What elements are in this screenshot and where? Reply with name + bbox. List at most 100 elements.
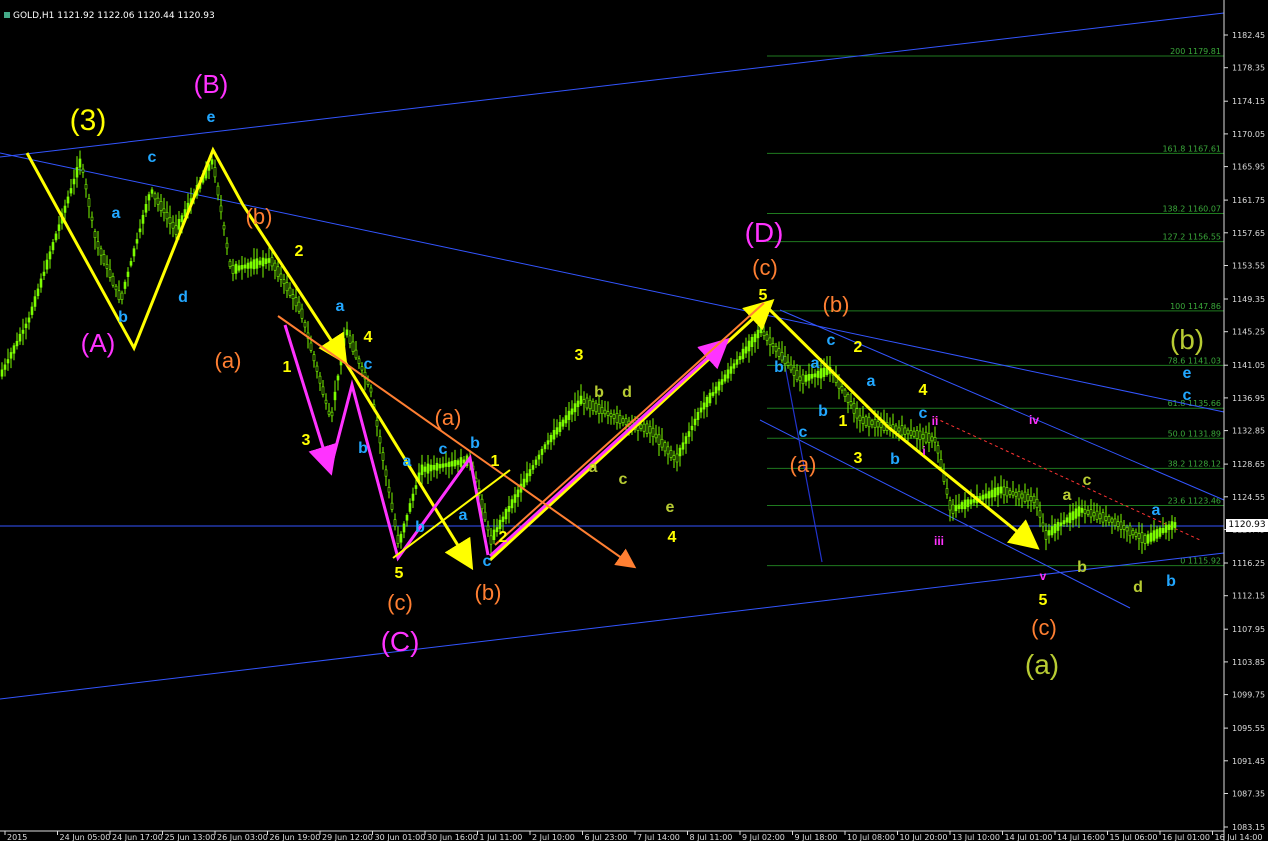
- candle-body: [864, 416, 868, 427]
- candle-body: [459, 457, 463, 467]
- candle-body: [810, 374, 814, 379]
- candle-body: [735, 359, 739, 365]
- candle-body: [900, 425, 904, 436]
- candle-body: [711, 392, 715, 396]
- candle-body: [618, 415, 622, 424]
- candle-body: [1131, 530, 1135, 536]
- candle-body: [132, 248, 136, 257]
- x-tick-label: 6 Jul 23:00: [585, 833, 628, 841]
- candle-body: [945, 488, 949, 495]
- candle-body: [411, 493, 415, 501]
- candle-body: [609, 413, 613, 417]
- candle-body: [555, 427, 559, 435]
- candle-body: [621, 418, 625, 423]
- candle-body: [1119, 521, 1123, 530]
- y-tick-label: 1165.95: [1232, 163, 1265, 172]
- candle-body: [534, 459, 538, 465]
- wave-label: (a): [215, 348, 242, 373]
- candle-body: [234, 263, 238, 274]
- candle-body: [255, 258, 259, 269]
- wave-label: 2: [854, 339, 863, 356]
- candle-body: [312, 354, 316, 362]
- candle-body: [726, 369, 730, 379]
- candle-body: [267, 258, 271, 263]
- y-tick-label: 1087.35: [1232, 790, 1265, 799]
- candle-body: [528, 469, 532, 477]
- candle-body: [801, 374, 805, 385]
- candle-body: [615, 413, 619, 423]
- candle-body: [732, 363, 736, 369]
- candle-body: [894, 425, 898, 432]
- candle-body: [708, 392, 712, 404]
- wave-label: d: [178, 289, 188, 306]
- wave-label: c: [1183, 387, 1192, 404]
- candle-body: [771, 343, 775, 347]
- y-tick-label: 1124.55: [1232, 493, 1265, 502]
- x-tick-label: 24 Jun 17:00: [112, 833, 163, 841]
- wave-label: a: [112, 205, 121, 222]
- wave-label: b: [890, 451, 900, 468]
- candle-body: [456, 460, 460, 465]
- candle-body: [84, 184, 88, 190]
- wave-label: 3: [854, 450, 863, 467]
- wave-label: c: [827, 332, 836, 349]
- gold-h1-chart[interactable]: 200 1179.81161.8 1167.61138.2 1160.07127…: [0, 0, 1268, 841]
- candle-body: [681, 442, 685, 450]
- candle-body: [786, 361, 790, 366]
- candle-body: [1044, 530, 1048, 540]
- candle-body: [639, 424, 643, 429]
- candle-body: [918, 430, 922, 441]
- candle-body: [858, 415, 862, 422]
- x-tick-label: 2 Jul 10:00: [532, 833, 575, 841]
- wave-label: a: [867, 373, 876, 390]
- fib-label: 127.2 1156.55: [1162, 233, 1221, 242]
- candle-body: [1020, 493, 1024, 499]
- candle-body: [600, 407, 604, 414]
- candle-body: [402, 523, 406, 533]
- candle-body: [849, 401, 853, 406]
- candle-body: [540, 448, 544, 455]
- candle-body: [606, 411, 610, 416]
- fib-label: 23.6 1123.46: [1168, 496, 1221, 505]
- x-tick-label: 26 Jun 19:00: [270, 833, 321, 841]
- candle-body: [777, 348, 781, 357]
- wave-label: iv: [1029, 413, 1039, 427]
- candle-body: [81, 168, 85, 173]
- wave-label: b: [818, 403, 828, 420]
- candle-body: [822, 367, 826, 377]
- candle-body: [954, 504, 958, 512]
- candle-body: [807, 374, 811, 381]
- candle-body: [450, 461, 454, 467]
- candle-body: [573, 403, 577, 413]
- wave-label: c: [364, 356, 373, 373]
- wave-label: b: [415, 519, 425, 536]
- candle-body: [30, 306, 34, 315]
- candle-body: [480, 498, 484, 510]
- candle-body: [984, 493, 988, 499]
- candle-body: [27, 317, 31, 323]
- candle-body: [696, 412, 700, 420]
- wave-label: b: [1166, 573, 1176, 590]
- candle-body: [51, 242, 55, 251]
- wave-label: 5: [759, 287, 768, 304]
- candle-body: [987, 491, 991, 499]
- candle-body: [756, 329, 760, 339]
- candle-body: [171, 221, 175, 229]
- candle-body: [957, 504, 961, 510]
- candle-body: [66, 196, 70, 204]
- candle-body: [753, 333, 757, 343]
- candle-body: [675, 453, 679, 463]
- candle-body: [1161, 527, 1165, 534]
- candle-body: [276, 266, 280, 277]
- wave-label: c: [148, 149, 157, 166]
- y-tick-label: 1116.25: [1232, 559, 1265, 568]
- candle-body: [657, 434, 661, 445]
- candle-body: [1170, 521, 1174, 530]
- wave-label: (C): [381, 626, 420, 657]
- wave-label: iii: [934, 534, 944, 548]
- x-tick-label: 9 Jul 02:00: [742, 833, 785, 841]
- y-tick-label: 1141.05: [1232, 361, 1265, 370]
- candle-body: [567, 410, 571, 420]
- x-tick-label: 26 Jun 03:00: [217, 833, 268, 841]
- candle-body: [57, 224, 61, 231]
